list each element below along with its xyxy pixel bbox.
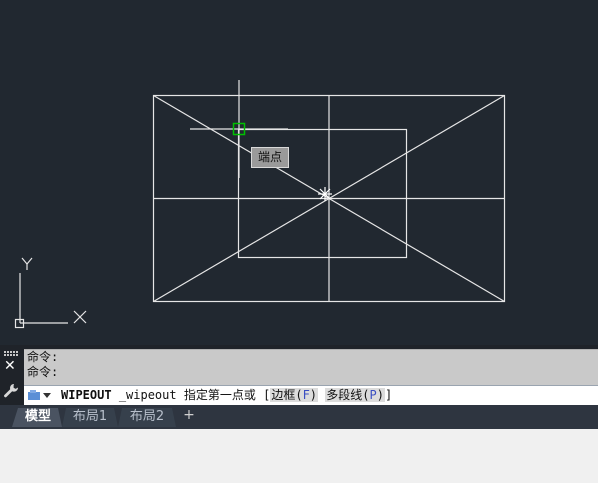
command-alias: _wipeout — [118, 388, 177, 402]
grip-handle-icon[interactable] — [4, 351, 20, 357]
tab-layout1[interactable]: 布局1 — [66, 408, 114, 426]
option-boundary[interactable]: 边框(F) — [270, 388, 319, 402]
command-line-panel: ✕ 命令: 命令: WIPEOUT _wipeout 指定第一点或 [边框(F)… — [0, 345, 598, 405]
osnap-tooltip: 端点 — [251, 147, 289, 168]
option-polyline[interactable]: 多段线(P) — [325, 388, 385, 402]
command-prompt: WIPEOUT _wipeout 指定第一点或 [边框(F) 多段线(P)] — [61, 388, 393, 402]
option-key: F — [302, 388, 310, 402]
command-history: 命令: 命令: — [24, 349, 598, 386]
center-marker — [318, 187, 332, 201]
autocad-window: 端点 ✕ 命令: 命令: WIPEOUT _wipeout 指定第一点或 [边框… — [0, 0, 598, 483]
ucs-icon — [14, 257, 87, 329]
option-label: 边框 — [271, 388, 296, 402]
command-name: WIPEOUT — [61, 388, 112, 402]
command-input[interactable]: WIPEOUT _wipeout 指定第一点或 [边框(F) 多段线(P)] — [24, 385, 598, 405]
tab-model[interactable]: 模型 — [18, 408, 58, 426]
tab-layout2[interactable]: 布局2 — [122, 408, 172, 426]
command-line-icon[interactable] — [28, 389, 40, 401]
drawing-canvas[interactable]: 端点 — [0, 0, 598, 345]
command-prompt-text: 指定第一点或 — [183, 388, 256, 402]
close-icon[interactable]: ✕ — [4, 359, 16, 373]
chevron-down-icon[interactable] — [43, 393, 51, 398]
plus-icon[interactable]: + — [180, 407, 198, 423]
history-line: 命令: — [27, 365, 59, 379]
drawing-geometry — [14, 80, 506, 329]
option-key: P — [369, 388, 377, 402]
layout-tabs: 模型 布局1 布局2 + — [0, 405, 598, 429]
option-label: 多段线 — [326, 388, 363, 402]
history-line: 命令: — [27, 350, 59, 364]
wrench-icon[interactable] — [3, 383, 19, 399]
status-bar-area — [0, 429, 598, 483]
